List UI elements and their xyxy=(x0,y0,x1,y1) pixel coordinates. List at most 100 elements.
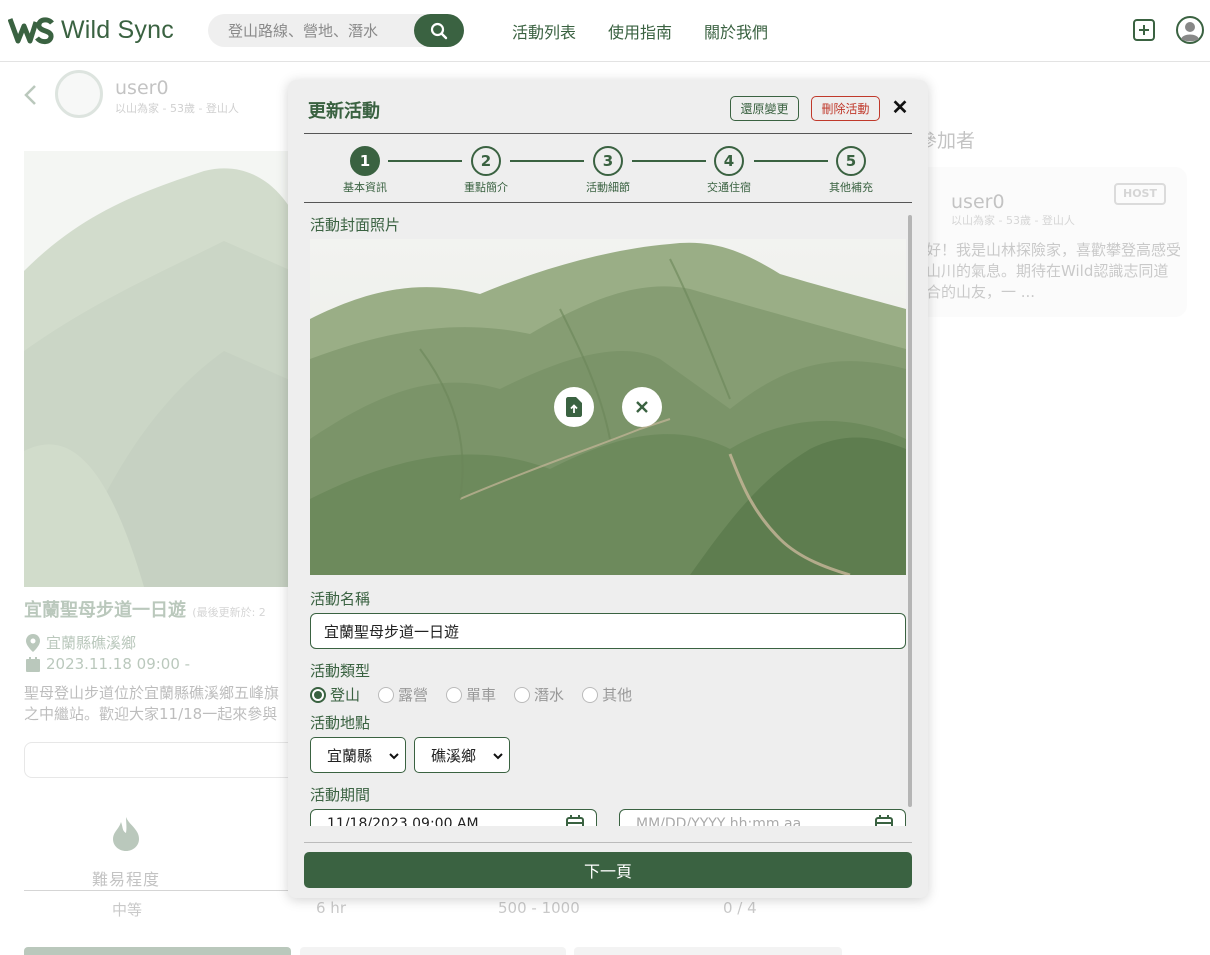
host-badge: HOST xyxy=(1114,183,1166,205)
activity-location: 宜蘭縣礁溪鄉 xyxy=(26,632,136,653)
search-bar xyxy=(208,14,464,47)
radio-camping[interactable]: 露營 xyxy=(378,684,428,705)
activity-period-label: 活動期間 xyxy=(310,786,371,804)
step-other[interactable]: 5 其他補充 xyxy=(811,146,891,195)
revert-changes-button[interactable]: 還原變更 xyxy=(730,96,799,121)
brand-logo[interactable]: Wild Sync xyxy=(8,14,174,46)
difficulty-label: 難易程度 xyxy=(92,870,161,889)
search-icon xyxy=(430,22,448,39)
activity-photo-image xyxy=(24,151,292,587)
close-icon xyxy=(636,401,648,413)
start-datetime-input[interactable]: 11/18/2023 09:00 AM xyxy=(310,809,597,826)
step-number: 5 xyxy=(836,146,866,176)
step-label: 交通住宿 xyxy=(707,181,751,194)
radio-dot xyxy=(378,686,395,703)
township-select[interactable]: 礁溪鄉 xyxy=(414,737,510,773)
activity-description: 聖母登山步道位於宜蘭縣礁溪鄉五峰旗 之中繼站。歡迎大家11/18一起來參與 xyxy=(24,684,280,723)
step-basic-info[interactable]: 1 基本資訊 xyxy=(325,146,405,195)
step-number: 1 xyxy=(350,146,380,176)
step-label: 活動細節 xyxy=(586,181,630,194)
update-activity-modal: 更新活動 還原變更 刪除活動 ✕ 1 基本資訊 2 重點簡介 3 活動細節 4 … xyxy=(288,80,928,898)
stat-difficulty: 中等 xyxy=(112,901,143,919)
radio-other[interactable]: 其他 xyxy=(582,684,632,705)
activity-type-radio-group: 登山 露營 單車 潛水 其他 xyxy=(310,684,650,705)
search-button[interactable] xyxy=(414,14,464,47)
remove-photo-button[interactable] xyxy=(622,387,662,427)
radio-dot xyxy=(310,686,326,703)
nav-activity-list[interactable]: 活動列表 xyxy=(512,19,576,43)
chevron-down-icon xyxy=(389,753,399,760)
stat-duration: 6 hr xyxy=(316,899,346,917)
wild-sync-logo-icon xyxy=(8,17,54,45)
user-avatar-icon[interactable] xyxy=(1175,15,1205,45)
close-icon[interactable]: ✕ xyxy=(890,97,910,119)
step-progress: 1 基本資訊 2 重點簡介 3 活動細節 4 交通住宿 5 其他補充 xyxy=(288,146,928,196)
scrollbar[interactable] xyxy=(908,215,912,807)
upload-photo-button[interactable] xyxy=(554,387,594,427)
add-activity-icon[interactable] xyxy=(1132,18,1156,42)
radio-dot xyxy=(446,686,463,703)
brand-name: Wild Sync xyxy=(61,15,174,44)
step-highlights[interactable]: 2 重點簡介 xyxy=(446,146,526,195)
main-nav: 活動列表 使用指南 關於我們 xyxy=(512,19,768,43)
host-name: user0 xyxy=(951,191,1005,213)
activity-location-label: 活動地點 xyxy=(310,714,371,732)
activity-name-input[interactable] xyxy=(310,613,906,649)
delete-activity-button[interactable]: 刪除活動 xyxy=(811,96,880,121)
cover-photo xyxy=(310,239,906,575)
end-datetime-input[interactable]: MM/DD/YYYY hh:mm aa xyxy=(619,809,906,826)
form-scroll-area[interactable]: 活動封面照片 活動名稱 宜蘭聖母步道一日遊 活動類型 登山 露營 單車 潛水 其… xyxy=(310,214,906,826)
radio-dot xyxy=(514,686,531,703)
difficulty-flame-icon xyxy=(113,817,139,851)
host-subtitle: 以山為家 - 53歲 - 登山人 xyxy=(951,214,1075,227)
calendar-icon xyxy=(26,656,40,672)
radio-dot xyxy=(582,686,599,703)
step-label: 基本資訊 xyxy=(343,181,387,194)
file-upload-icon xyxy=(566,397,582,417)
radio-hiking[interactable]: 登山 xyxy=(310,684,360,705)
activity-photo xyxy=(24,151,292,587)
calendar-icon[interactable] xyxy=(566,815,584,826)
tab-3[interactable] xyxy=(574,947,842,955)
radio-diving[interactable]: 潛水 xyxy=(514,684,564,705)
organizer-subtitle: 以山為家 - 53歲 - 登山人 xyxy=(115,102,239,115)
tab-active[interactable] xyxy=(24,947,291,955)
top-navbar: Wild Sync 活動列表 使用指南 關於我們 xyxy=(0,0,1210,62)
next-page-button[interactable]: 下一頁 xyxy=(304,852,912,888)
modal-header-divider xyxy=(304,133,912,134)
cover-photo-label: 活動封面照片 xyxy=(310,216,401,234)
stats-divider xyxy=(24,890,288,891)
tab-2[interactable] xyxy=(300,947,566,955)
step-label: 其他補充 xyxy=(829,181,873,194)
cover-photo-image xyxy=(310,239,906,575)
host-intro: 好！我是山林探險家，喜歡攀登高感受山川的氣息。期待在Wild認識志同道合的山友，… xyxy=(926,241,1182,301)
nav-user-guide[interactable]: 使用指南 xyxy=(608,19,672,43)
radio-cycling[interactable]: 單車 xyxy=(446,684,496,705)
activity-type-label: 活動類型 xyxy=(310,662,371,680)
organizer-name: user0 xyxy=(115,77,169,99)
back-arrow-icon[interactable] xyxy=(22,83,40,107)
steps-divider xyxy=(304,202,912,203)
join-box[interactable] xyxy=(24,742,304,778)
modal-title: 更新活動 xyxy=(308,101,380,122)
footer-divider xyxy=(304,842,912,843)
stat-elevation: 500 - 1000 xyxy=(498,899,580,917)
activity-name-label: 活動名稱 xyxy=(310,590,371,608)
step-number: 2 xyxy=(471,146,501,176)
chevron-down-icon xyxy=(493,753,503,760)
calendar-icon[interactable] xyxy=(875,815,893,826)
stat-participants: 0 / 4 xyxy=(723,899,757,917)
host-card[interactable]: user0 以山為家 - 53歲 - 登山人 HOST 好！我是山林探險家，喜歡… xyxy=(906,167,1187,317)
location-pin-icon xyxy=(26,633,40,652)
nav-about-us[interactable]: 關於我們 xyxy=(704,19,768,43)
organizer-avatar[interactable] xyxy=(55,70,103,118)
county-select[interactable]: 宜蘭縣 xyxy=(310,737,406,773)
step-label: 重點簡介 xyxy=(464,181,508,194)
activity-date: 2023.11.18 09:00 - xyxy=(26,655,190,673)
step-number: 4 xyxy=(714,146,744,176)
step-transport[interactable]: 4 交通住宿 xyxy=(689,146,769,195)
search-input[interactable] xyxy=(208,14,408,47)
step-number: 3 xyxy=(593,146,623,176)
activity-title: 宜蘭聖母步道一日遊 (最後更新於: 2 xyxy=(24,600,266,621)
step-details[interactable]: 3 活動細節 xyxy=(568,146,648,195)
